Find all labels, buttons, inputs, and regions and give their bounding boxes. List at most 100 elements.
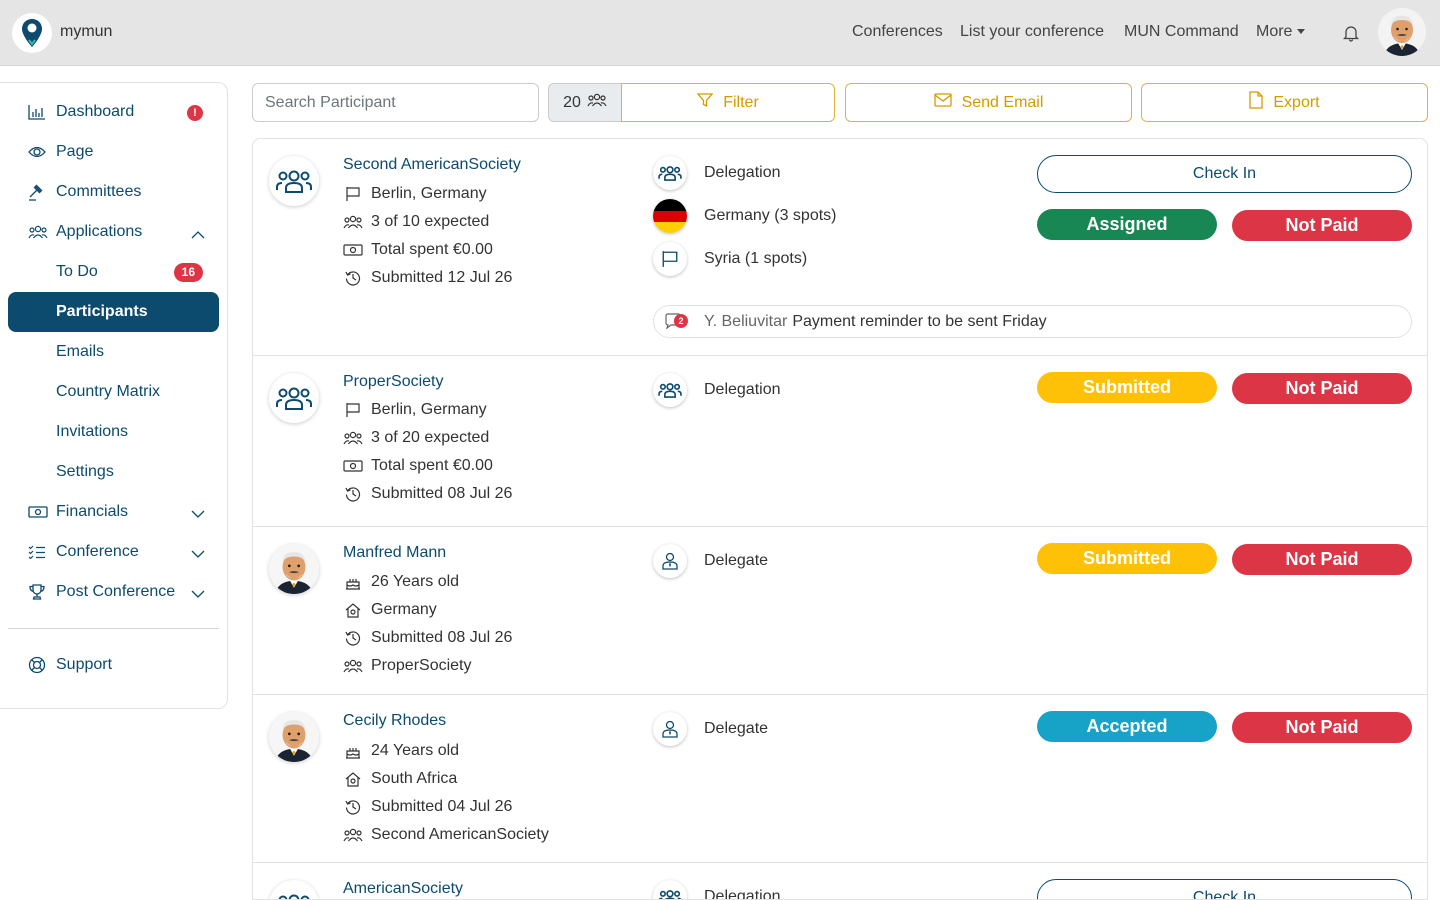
participant-name-link[interactable]: Manfred Mann (343, 544, 446, 562)
search-participant-input[interactable] (252, 83, 539, 122)
country: South Africa (343, 770, 457, 788)
cash-icon (28, 505, 48, 519)
submitted-date: Submitted 08 Jul 26 (343, 629, 512, 647)
status-badge[interactable]: Submitted (1037, 372, 1217, 403)
filter-button[interactable]: Filter (621, 83, 835, 122)
participant-list: Second AmericanSociety Berlin, Germany 3… (252, 138, 1428, 900)
cake-icon (343, 574, 363, 590)
participant-name-link[interactable]: Cecily Rhodes (343, 712, 446, 730)
expected-count: 3 of 20 expected (343, 429, 489, 447)
sidebar-item-conference[interactable]: Conference (8, 532, 219, 572)
participant-count: 20 (548, 83, 622, 122)
sidebar-item-post-conference[interactable]: Post Conference (8, 572, 219, 612)
submitted-date: Submitted 12 Jul 26 (343, 269, 512, 287)
country-assignment: Syria (1 spots) (704, 250, 808, 267)
people-icon (343, 430, 363, 446)
note-author: Y. Beliuvitar (704, 312, 788, 330)
history-icon (343, 486, 363, 502)
sidebar-item-dashboard[interactable]: Dashboard ! (8, 92, 219, 132)
house-icon (343, 771, 363, 787)
submitted-date: Submitted 08 Jul 26 (343, 485, 512, 503)
sidebar-item-country-matrix[interactable]: Country Matrix (8, 372, 219, 412)
sidebar-item-page[interactable]: Page (8, 132, 219, 172)
bar-chart-icon (28, 104, 48, 120)
sidebar-item-support[interactable]: Support (8, 645, 219, 685)
nav-more-dropdown[interactable]: More (1256, 23, 1306, 41)
delegation-type-icon (653, 156, 687, 190)
country-text: South Africa (371, 770, 458, 787)
file-icon (1249, 91, 1264, 114)
participant-name-link[interactable]: Second AmericanSociety (343, 156, 521, 174)
sidebar-item-financials[interactable]: Financials (8, 492, 219, 532)
flag-icon (343, 186, 363, 202)
participant-count-value: 20 (563, 93, 581, 111)
sidebar-item-committees[interactable]: Committees (8, 172, 219, 212)
chevron-down-icon (191, 586, 205, 604)
list-item: AmericanSociety Delegation Check In (253, 863, 1427, 900)
delegation-icon (269, 373, 319, 423)
list-item: Cecily Rhodes 24 Years old South Africa … (253, 695, 1427, 863)
sidebar-item-label: Settings (56, 463, 114, 480)
location: Berlin, Germany (343, 401, 487, 419)
house-icon (343, 602, 363, 618)
country: Germany (343, 601, 437, 619)
participant-type: Delegation (704, 888, 781, 900)
todo-count-badge: 16 (173, 263, 203, 282)
caret-down-icon (1297, 29, 1306, 35)
payment-badge[interactable]: Not Paid (1232, 373, 1412, 404)
nav-list-your-conference[interactable]: List your conference (960, 23, 1104, 41)
sidebar-item-participants[interactable]: Participants (8, 292, 219, 332)
note-text: Payment reminder to be sent Friday (792, 312, 1047, 330)
note-bar[interactable]: 2 Y. Beliuvitar Payment reminder to be s… (653, 305, 1412, 338)
sidebar-item-to-do[interactable]: To Do 16 (8, 252, 219, 292)
brand-name[interactable]: mymun (60, 23, 112, 41)
export-button[interactable]: Export (1141, 83, 1428, 122)
sidebar-item-invitations[interactable]: Invitations (8, 412, 219, 452)
mymun-logo[interactable] (12, 13, 52, 53)
participant-type: Delegation (704, 164, 781, 181)
participant-name-link[interactable]: AmericanSociety (343, 880, 463, 898)
status-badge[interactable]: Submitted (1037, 543, 1217, 574)
delegate-type-icon (653, 544, 687, 578)
submitted-text: Submitted 12 Jul 26 (371, 269, 513, 286)
check-in-button[interactable]: Check In (1037, 879, 1412, 899)
submitted-text: Submitted 08 Jul 26 (371, 629, 513, 646)
sidebar-item-emails[interactable]: Emails (8, 332, 219, 372)
delegation-text: Second AmericanSociety (371, 826, 549, 843)
list-item: ProperSociety Berlin, Germany 3 of 20 ex… (253, 356, 1427, 527)
status-badge[interactable]: Accepted (1037, 711, 1217, 742)
alert-badge: ! (187, 105, 203, 121)
participant-name-link[interactable]: ProperSociety (343, 373, 444, 391)
age-text: 26 Years old (371, 573, 460, 590)
sidebar-item-settings[interactable]: Settings (8, 452, 219, 492)
delegation-type-icon (653, 880, 687, 899)
status-badge[interactable]: Assigned (1037, 209, 1217, 240)
payment-badge[interactable]: Not Paid (1232, 210, 1412, 241)
list-item: Manfred Mann 26 Years old Germany Submit… (253, 527, 1427, 695)
check-in-button[interactable]: Check In (1037, 155, 1412, 193)
nav-mun-command[interactable]: MUN Command (1124, 23, 1239, 41)
filter-label: Filter (723, 93, 759, 111)
people-icon (343, 658, 363, 674)
eye-icon (28, 145, 48, 159)
comment-icon: 2 (664, 312, 688, 331)
total-spent-text: Total spent €0.00 (371, 457, 493, 474)
map-pin-icon (22, 19, 42, 47)
bell-icon[interactable] (1342, 24, 1360, 47)
location-text: Berlin, Germany (371, 401, 487, 418)
participant-type: Delegate (704, 720, 769, 737)
sidebar: Dashboard ! Page Committees Applications… (0, 82, 228, 709)
payment-badge[interactable]: Not Paid (1232, 712, 1412, 743)
people-icon (587, 92, 607, 113)
participant-type: Delegate (704, 552, 769, 569)
user-avatar[interactable] (1378, 8, 1426, 56)
send-email-button[interactable]: Send Email (845, 83, 1132, 122)
nav-conferences[interactable]: Conferences (852, 23, 943, 41)
delegation-text: ProperSociety (371, 657, 472, 674)
participant-type: Delegation (704, 381, 781, 398)
flag-icon (653, 242, 687, 276)
delegation-icon (269, 880, 319, 899)
expected-count: 3 of 10 expected (343, 213, 489, 231)
sidebar-item-applications[interactable]: Applications (8, 212, 219, 252)
payment-badge[interactable]: Not Paid (1232, 544, 1412, 575)
